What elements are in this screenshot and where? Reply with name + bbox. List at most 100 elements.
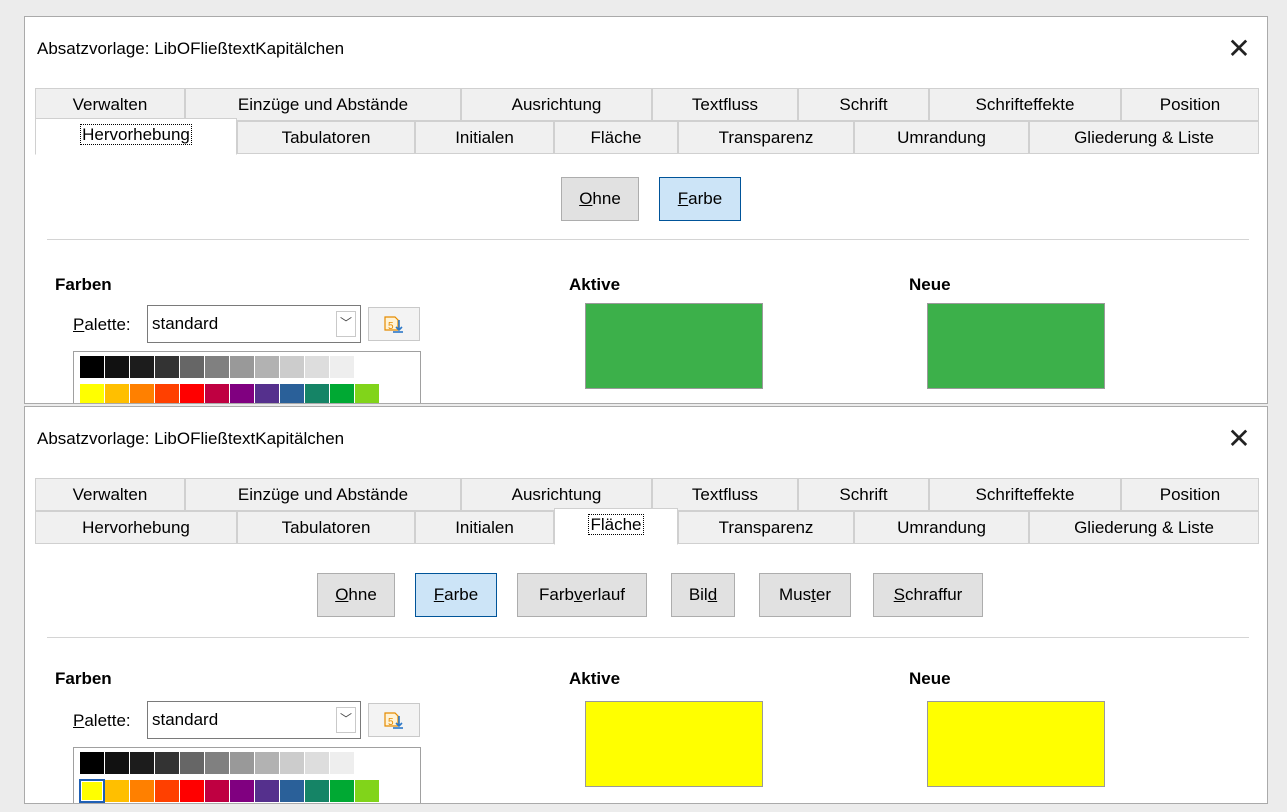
tab-textfluss[interactable]: Textfluss xyxy=(652,478,798,511)
color-swatch[interactable] xyxy=(305,384,329,403)
color-swatch[interactable] xyxy=(280,356,304,378)
color-swatch[interactable] xyxy=(230,356,254,378)
separator xyxy=(47,637,1249,638)
color-swatch[interactable] xyxy=(205,780,229,802)
tab-transparenz[interactable]: Transparenz xyxy=(678,511,854,544)
color-swatch[interactable] xyxy=(255,780,279,802)
color-swatch[interactable] xyxy=(105,780,129,802)
color-swatch[interactable] xyxy=(205,356,229,378)
tab-umrandung[interactable]: Umrandung xyxy=(854,121,1029,154)
color-swatch[interactable] xyxy=(130,356,154,378)
tab-ausrichtung[interactable]: Ausrichtung xyxy=(461,478,652,511)
farbverlauf-button[interactable]: Farbverlauf xyxy=(517,573,647,617)
farben-label: Farben xyxy=(55,275,112,294)
tab-tabulatoren[interactable]: Tabulatoren xyxy=(237,121,415,154)
tab-gliederung[interactable]: Gliederung & Liste xyxy=(1029,511,1259,544)
tab-hervorhebung[interactable]: Hervorhebung xyxy=(35,118,237,155)
color-swatch[interactable] xyxy=(105,752,129,774)
tab-schrifteffekte[interactable]: Schrifteffekte xyxy=(929,88,1121,121)
color-swatch[interactable] xyxy=(155,780,179,802)
add-palette-button[interactable]: 5 xyxy=(368,703,420,737)
color-swatch[interactable] xyxy=(180,780,204,802)
muster-button[interactable]: Muster xyxy=(759,573,851,617)
tab-ausrichtung[interactable]: Ausrichtung xyxy=(461,88,652,121)
tab-textfluss[interactable]: Textfluss xyxy=(652,88,798,121)
color-swatch[interactable] xyxy=(155,752,179,774)
tab-schrifteffekte[interactable]: Schrifteffekte xyxy=(929,478,1121,511)
color-swatch[interactable] xyxy=(180,356,204,378)
color-swatch[interactable] xyxy=(155,356,179,378)
color-swatch[interactable] xyxy=(80,356,104,378)
schraffur-button[interactable]: Schraffur xyxy=(873,573,983,617)
tab-initialen[interactable]: Initialen xyxy=(415,121,554,154)
ohne-button[interactable]: Ohne xyxy=(317,573,395,617)
chevron-down-icon[interactable]: ﹀ xyxy=(336,311,356,337)
color-swatch[interactable] xyxy=(355,356,379,378)
palette-select[interactable]: standard ﹀ xyxy=(147,305,361,343)
color-swatch[interactable] xyxy=(280,780,304,802)
tab-gliederung[interactable]: Gliederung & Liste xyxy=(1029,121,1259,154)
tab-flaeche[interactable]: Fläche xyxy=(554,508,678,545)
color-swatch[interactable] xyxy=(255,752,279,774)
color-swatch[interactable] xyxy=(330,780,354,802)
tab-schrift[interactable]: Schrift xyxy=(798,88,929,121)
tab-flaeche[interactable]: Fläche xyxy=(554,121,678,154)
add-palette-icon: 5 xyxy=(384,316,403,333)
color-swatch[interactable] xyxy=(105,384,129,403)
bild-button[interactable]: Bild xyxy=(671,573,735,617)
color-swatch[interactable] xyxy=(80,384,104,403)
aktive-color-preview xyxy=(585,303,763,389)
svg-text:5: 5 xyxy=(388,321,394,332)
tab-hervorhebung[interactable]: Hervorhebung xyxy=(35,511,237,544)
farbe-button[interactable]: Farbe xyxy=(415,573,497,617)
color-swatch[interactable] xyxy=(355,752,379,774)
color-swatch[interactable] xyxy=(280,752,304,774)
color-swatch[interactable] xyxy=(230,752,254,774)
color-swatch[interactable] xyxy=(180,384,204,403)
color-swatch[interactable] xyxy=(330,752,354,774)
color-swatch[interactable] xyxy=(305,780,329,802)
aktive-label: Aktive xyxy=(569,275,621,294)
color-swatch[interactable] xyxy=(105,356,129,378)
tab-position[interactable]: Position xyxy=(1121,88,1259,121)
tab-transparenz[interactable]: Transparenz xyxy=(678,121,854,154)
color-swatch[interactable] xyxy=(280,384,304,403)
tab-position[interactable]: Position xyxy=(1121,478,1259,511)
color-swatch[interactable] xyxy=(255,384,279,403)
tab-einzuege[interactable]: Einzüge und Abstände xyxy=(185,88,461,121)
close-icon[interactable]: ✕ xyxy=(1221,31,1257,67)
color-swatch[interactable] xyxy=(305,356,329,378)
neue-label: Neue xyxy=(909,275,951,294)
color-swatch[interactable] xyxy=(355,384,379,403)
tab-verwalten[interactable]: Verwalten xyxy=(35,88,185,121)
color-swatch[interactable] xyxy=(205,752,229,774)
color-swatch[interactable] xyxy=(80,752,104,774)
color-swatch[interactable] xyxy=(180,752,204,774)
color-swatch[interactable] xyxy=(330,384,354,403)
color-swatch[interactable] xyxy=(355,780,379,802)
color-swatch[interactable] xyxy=(155,384,179,403)
tab-tabulatoren[interactable]: Tabulatoren xyxy=(237,511,415,544)
farbe-button[interactable]: Farbe xyxy=(659,177,741,221)
tab-einzuege[interactable]: Einzüge und Abstände xyxy=(185,478,461,511)
color-swatch[interactable] xyxy=(255,356,279,378)
tab-verwalten[interactable]: Verwalten xyxy=(35,478,185,511)
color-swatch[interactable] xyxy=(130,780,154,802)
tab-initialen[interactable]: Initialen xyxy=(415,511,554,544)
dialog-hervorhebung: Absatzvorlage: LibOFließtextKapitälchen … xyxy=(24,16,1268,404)
ohne-button[interactable]: Ohne xyxy=(561,177,639,221)
color-swatch[interactable] xyxy=(130,384,154,403)
color-swatch[interactable] xyxy=(305,752,329,774)
color-swatch[interactable] xyxy=(230,384,254,403)
chevron-down-icon[interactable]: ﹀ xyxy=(336,707,356,733)
color-swatch[interactable] xyxy=(230,780,254,802)
color-swatch[interactable] xyxy=(79,779,105,803)
palette-select[interactable]: standard ﹀ xyxy=(147,701,361,739)
tab-schrift[interactable]: Schrift xyxy=(798,478,929,511)
color-swatch[interactable] xyxy=(205,384,229,403)
add-palette-button[interactable]: 5 xyxy=(368,307,420,341)
color-swatch[interactable] xyxy=(330,356,354,378)
tab-umrandung[interactable]: Umrandung xyxy=(854,511,1029,544)
close-icon[interactable]: ✕ xyxy=(1221,421,1257,457)
color-swatch[interactable] xyxy=(130,752,154,774)
